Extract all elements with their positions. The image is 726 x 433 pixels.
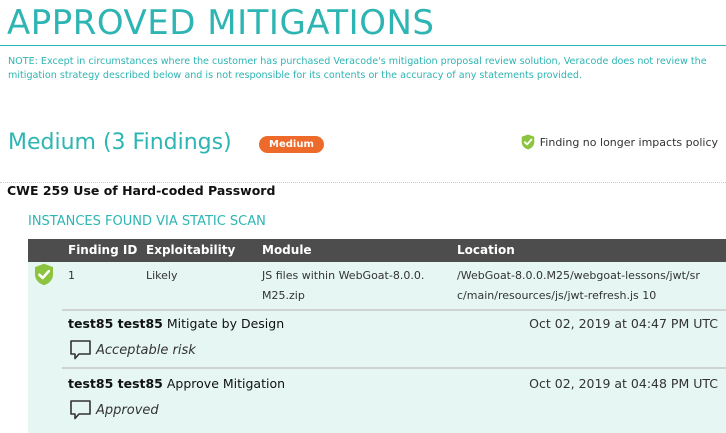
column-header-finding-id: Finding ID	[68, 243, 138, 257]
location-cell: /WebGoat-8.0.0.M25/webgoat-lessons/jwt/s…	[457, 266, 700, 306]
legend-label: Finding no longer impacts policy	[539, 135, 718, 149]
module-line: JS files within WebGoat-8.0.0.	[262, 269, 425, 282]
mitigation-comment: Acceptable risk	[70, 340, 196, 360]
severity-heading: Medium (3 Findings)	[8, 130, 232, 155]
mitigation-entry-header: test85 test85 Mitigate by Design	[68, 316, 284, 331]
mitigation-comment-text: Acceptable risk	[96, 342, 196, 358]
comment-icon	[70, 400, 91, 420]
location-line: c/main/resources/js/jwt-refresh.js 10	[457, 289, 657, 302]
finding-id-cell: 1	[68, 269, 75, 282]
severity-badge: Medium	[259, 136, 324, 153]
cwe-title: CWE 259 Use of Hard-coded Password	[7, 183, 276, 198]
mitigation-date: Oct 02, 2019 at 04:47 PM UTC	[529, 316, 718, 331]
exploitability-cell: Likely	[146, 269, 178, 282]
row-divider	[62, 367, 726, 369]
comment-icon	[70, 340, 91, 360]
mitigation-user: test85 test85	[68, 376, 163, 391]
module-line: M25.zip	[262, 289, 305, 302]
row-divider	[62, 309, 726, 311]
location-line: /WebGoat-8.0.0.M25/webgoat-lessons/jwt/s…	[457, 269, 700, 282]
policy-legend: Finding no longer impacts policy	[521, 134, 718, 150]
column-header-module: Module	[262, 243, 312, 257]
shield-check-icon	[35, 263, 53, 286]
module-cell: JS files within WebGoat-8.0.0. M25.zip	[262, 266, 424, 306]
column-header-location: Location	[457, 243, 515, 257]
mitigation-comment-text: Approved	[96, 402, 159, 418]
mitigation-entry-header: test85 test85 Approve Mitigation	[68, 376, 285, 391]
shield-check-icon	[521, 134, 535, 150]
mitigation-action: Approve Mitigation	[166, 376, 286, 391]
mitigation-action: Mitigate by Design	[166, 316, 285, 331]
disclaimer-note: NOTE: Except in circumstances where the …	[8, 56, 707, 81]
mitigation-user: test85 test85	[68, 316, 163, 331]
title-divider	[0, 45, 726, 46]
mitigation-comment: Approved	[70, 400, 159, 420]
mitigation-date: Oct 02, 2019 at 04:48 PM UTC	[529, 376, 718, 391]
instances-heading: INSTANCES FOUND VIA STATIC SCAN	[28, 214, 266, 229]
column-header-exploitability: Exploitability	[146, 243, 236, 257]
page-title: APPROVED MITIGATIONS	[7, 3, 435, 43]
